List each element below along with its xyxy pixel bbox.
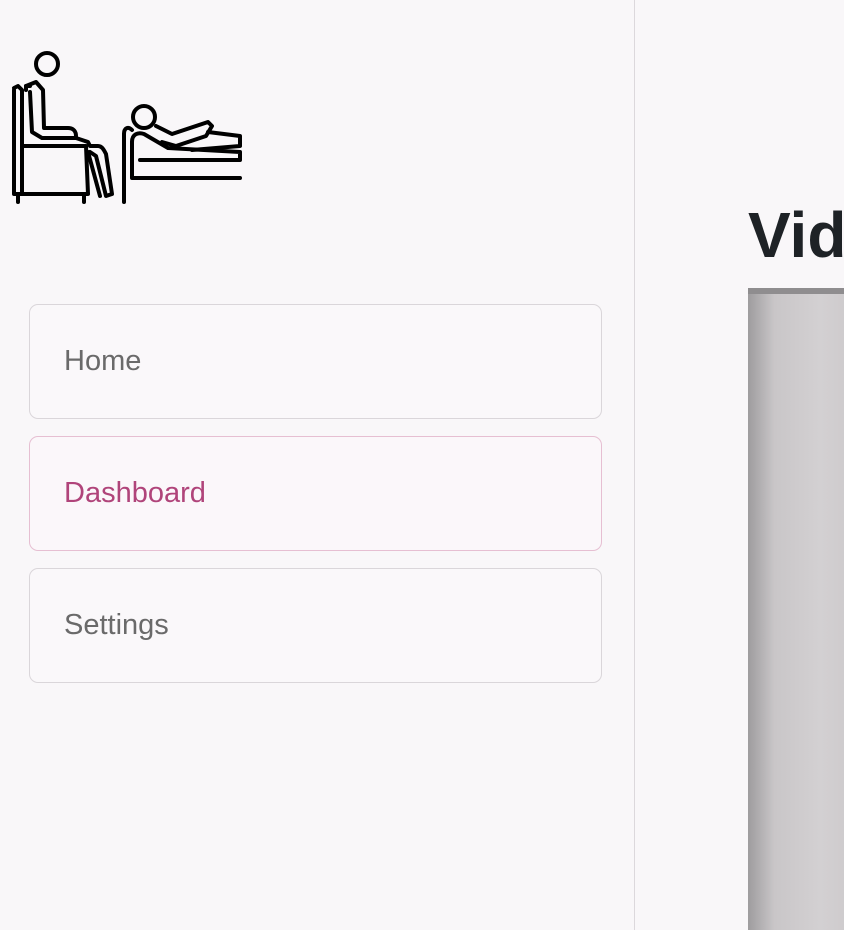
sidebar-item-label: Dashboard [64, 477, 206, 509]
therapy-session-icon[interactable] [8, 46, 244, 210]
sidebar-item-settings[interactable]: Settings [29, 568, 602, 683]
video-player[interactable] [748, 288, 844, 930]
app-window: Home Dashboard Settings Vid [0, 0, 844, 930]
sidebar-nav: Home Dashboard Settings [29, 304, 602, 700]
main-content: Vid [635, 0, 844, 930]
sidebar-item-dashboard[interactable]: Dashboard [29, 436, 602, 551]
sidebar: Home Dashboard Settings [0, 0, 635, 930]
sidebar-item-home[interactable]: Home [29, 304, 602, 419]
page-title: Vid [748, 199, 844, 271]
sidebar-item-label: Settings [64, 609, 169, 641]
sidebar-item-label: Home [64, 345, 142, 377]
